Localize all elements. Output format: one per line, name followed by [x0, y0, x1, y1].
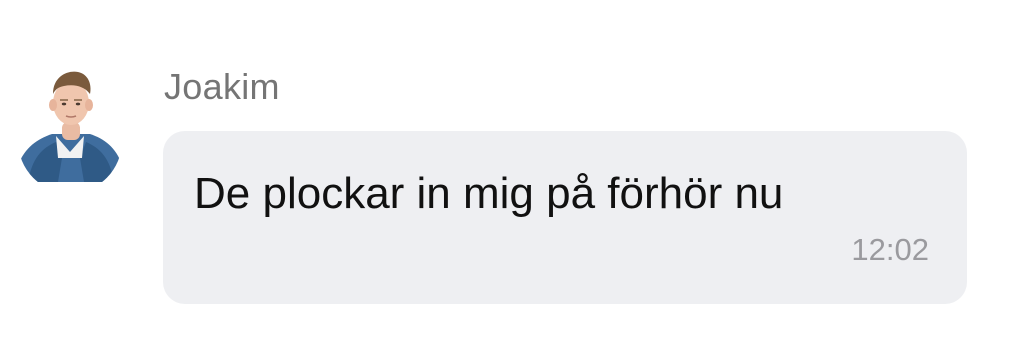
chat-message-row: Joakim De plockar in mig på förhör nu 12…: [0, 0, 1024, 353]
sender-name: Joakim: [164, 66, 280, 107]
avatar[interactable]: [18, 66, 124, 182]
message-text: De plockar in mig på förhör nu: [194, 169, 784, 218]
message-bubble[interactable]: De plockar in mig på förhör nu 12:02: [163, 131, 967, 304]
message-timestamp: 12:02: [851, 232, 929, 267]
avatar-photo-icon: [18, 71, 122, 182]
